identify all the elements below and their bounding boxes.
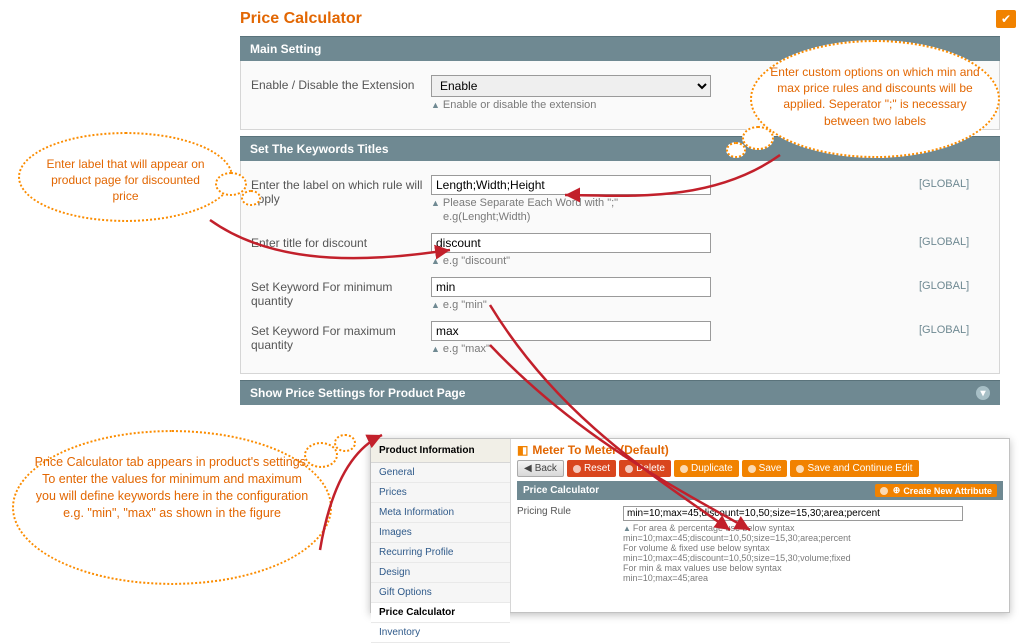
sidebar-item-prices[interactable]: Prices <box>371 483 510 503</box>
duplicate-button[interactable]: Duplicate <box>674 460 739 477</box>
sidebar-item-recurring-profile[interactable]: Recurring Profile <box>371 543 510 563</box>
pricing-hint: min=10;max=45;discount=10,50;size=15,30;… <box>623 553 1003 563</box>
pricing-hint: min=10;max=45;area <box>623 573 1003 583</box>
kw-input-2[interactable] <box>431 277 711 297</box>
pricing-rule-input[interactable] <box>623 506 963 521</box>
callout-price-calc-tab: Price Calculator tab appears in product'… <box>12 430 332 585</box>
kw-hint2: e.g(Lenght;Width) <box>443 211 919 223</box>
chevron-down-icon: ▾ <box>976 386 990 400</box>
enable-label: Enable / Disable the Extension <box>251 75 431 92</box>
scope-label: [GLOBAL] <box>919 321 989 336</box>
product-info-sidebar: Product Information GeneralPricesMeta In… <box>371 439 511 612</box>
product-info-panel: Product Information GeneralPricesMeta In… <box>370 438 1010 613</box>
save-continue-button[interactable]: Save and Continue Edit <box>790 460 918 477</box>
sidebar-item-general[interactable]: General <box>371 463 510 483</box>
kw-label: Enter title for discount <box>251 233 431 250</box>
pricing-hint: For min & max values use below syntax <box>623 563 1003 573</box>
back-button[interactable]: ◀Back <box>517 460 564 477</box>
enable-select[interactable]: Enable <box>431 75 711 97</box>
kw-hint: ▲Please Separate Each Word with ";" <box>431 197 919 209</box>
save-button[interactable]: Save <box>742 460 788 477</box>
inset-section-header: Price Calculator ⊕Create New Attribute <box>517 481 1003 500</box>
sidebar-item-design[interactable]: Design <box>371 563 510 583</box>
product-info-header: Product Information <box>371 439 510 463</box>
callout-custom-options: Enter custom options on which min and ma… <box>750 40 1000 158</box>
reset-button[interactable]: Reset <box>567 460 616 477</box>
kw-hint: ▲e.g "max" <box>431 343 919 355</box>
kw-input-3[interactable] <box>431 321 711 341</box>
kw-label: Enter the label on which rule will apply <box>251 175 431 206</box>
callout-discount-label: Enter label that will appear on product … <box>18 132 233 222</box>
sidebar-item-gift-options[interactable]: Gift Options <box>371 583 510 603</box>
cube-icon: ◧ <box>517 443 528 457</box>
sidebar-item-meta-information[interactable]: Meta Information <box>371 503 510 523</box>
scope-label: [GLOBAL] <box>919 277 989 292</box>
kw-label: Set Keyword For minimum quantity <box>251 277 431 308</box>
pricing-hint: ▲For area & percentage use below syntax <box>623 523 1003 533</box>
pricing-hint: min=10;max=45;discount=10,50;size=15,30;… <box>623 533 1003 543</box>
pricing-hint: For volume & fixed use below syntax <box>623 543 1003 553</box>
create-attribute-button[interactable]: ⊕Create New Attribute <box>875 484 997 497</box>
section-body-keywords: Enter the label on which rule will apply… <box>240 161 1000 374</box>
scope-label: [GLOBAL] <box>919 233 989 248</box>
kw-hint: ▲e.g "min" <box>431 299 919 311</box>
sidebar-item-inventory[interactable]: Inventory <box>371 623 510 643</box>
back-icon: ◀ <box>524 463 532 474</box>
scope-label: [GLOBAL] <box>919 175 989 190</box>
pricing-rule-label: Pricing Rule <box>517 506 617 521</box>
page-title: Price Calculator <box>0 0 1024 36</box>
sidebar-item-images[interactable]: Images <box>371 523 510 543</box>
sidebar-item-price-calculator[interactable]: Price Calculator <box>371 603 510 623</box>
kw-input-1[interactable] <box>431 233 711 253</box>
check-icon: ✔ <box>996 10 1016 28</box>
section-header-showprice[interactable]: Show Price Settings for Product Page ▾ <box>240 380 1000 405</box>
kw-label: Set Keyword For maximum quantity <box>251 321 431 352</box>
toolbar: ◀Back Reset Delete Duplicate Save Save a… <box>517 460 1003 477</box>
delete-button[interactable]: Delete <box>619 460 671 477</box>
inset-title: ◧ Meter To Meter (Default) <box>517 443 1003 457</box>
kw-hint: ▲e.g "discount" <box>431 255 919 267</box>
kw-input-0[interactable] <box>431 175 711 195</box>
